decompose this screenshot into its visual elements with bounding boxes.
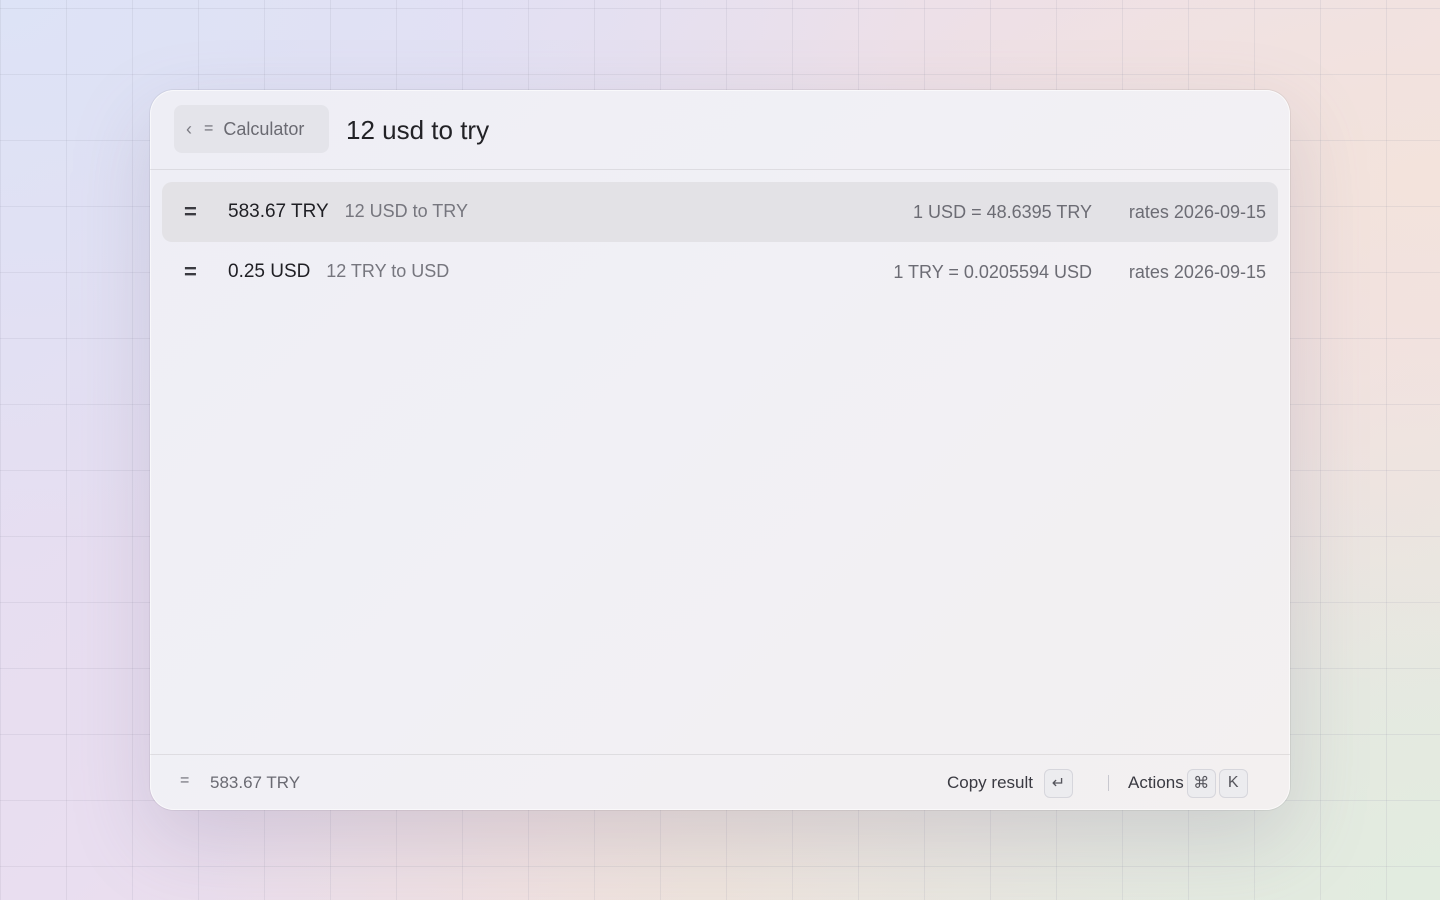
footer-divider: [1108, 775, 1109, 791]
actions-label: Actions: [1128, 773, 1184, 792]
result-description: 12 USD to TRY: [344, 201, 468, 221]
result-value: 0.25 USD 12 TRY to USD: [228, 261, 449, 283]
launcher-window: ‹ = Calculator 12 usd to try = 583.67 TR…: [150, 90, 1290, 810]
result-row[interactable]: = 583.67 TRY 12 USD to TRY 1 USD = 48.63…: [162, 182, 1278, 242]
back-chevron-icon[interactable]: ‹: [186, 119, 192, 140]
copy-result-button[interactable]: Copy result ↵: [947, 767, 1073, 799]
result-value: 583.67 TRY 12 USD to TRY: [228, 201, 468, 223]
footer-calculator-icon: =: [180, 772, 190, 789]
result-description: 12 TRY to USD: [326, 261, 450, 281]
equals-icon: =: [184, 199, 197, 224]
calculator-icon: =: [204, 120, 214, 137]
search-header: ‹ = Calculator 12 usd to try: [150, 90, 1290, 170]
result-row[interactable]: = 0.25 USD 12 TRY to USD 1 TRY = 0.02055…: [162, 242, 1278, 302]
k-key-icon: K: [1218, 768, 1248, 798]
equals-icon: =: [184, 259, 197, 284]
rates-date: rates 2026-09-15: [1128, 201, 1266, 222]
exchange-rate: 1 TRY = 0.0205594 USD: [893, 261, 1092, 282]
command-key-icon: ⌘: [1186, 768, 1216, 798]
search-input[interactable]: 12 usd to try: [346, 112, 489, 148]
footer-current-result: 583.67 TRY: [210, 773, 301, 792]
copy-result-label: Copy result: [947, 773, 1033, 792]
action-bar: = 583.67 TRY Copy result ↵ Actions ⌘ K: [150, 754, 1290, 810]
return-key-icon: ↵: [1043, 768, 1073, 798]
result-value-text: 583.67 TRY: [228, 201, 329, 222]
breadcrumb-label: Calculator: [223, 118, 305, 139]
actions-button[interactable]: Actions ⌘ K: [1128, 767, 1248, 799]
result-value-text: 0.25 USD: [228, 261, 311, 282]
results-list: = 583.67 TRY 12 USD to TRY 1 USD = 48.63…: [162, 182, 1278, 302]
exchange-rate: 1 USD = 48.6395 TRY: [913, 201, 1092, 222]
calculator-breadcrumb[interactable]: ‹ = Calculator: [174, 105, 329, 153]
rates-date: rates 2026-09-15: [1128, 261, 1266, 282]
